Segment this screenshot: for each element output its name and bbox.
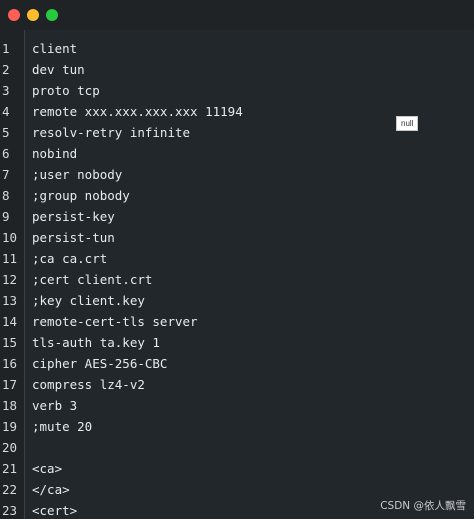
- line-number: 12: [2, 272, 18, 287]
- line-number: 7: [2, 167, 10, 182]
- code-line: 9 persist-key: [0, 206, 474, 227]
- line-text: tls-auth ta.key 1: [32, 335, 160, 350]
- code-line: 15 tls-auth ta.key 1: [0, 332, 474, 353]
- code-line: 1 client: [0, 38, 474, 59]
- line-text: compress lz4-v2: [32, 377, 145, 392]
- line-text: remote-cert-tls server: [32, 314, 198, 329]
- watermark: CSDN @依人飘雪: [380, 500, 466, 512]
- line-text: ;cert client.crt: [32, 272, 153, 287]
- code-line: 17 compress lz4-v2: [0, 374, 474, 395]
- line-number: 17: [2, 377, 18, 392]
- code-line: 8 ;group nobody: [0, 185, 474, 206]
- close-window-button[interactable]: [8, 9, 20, 21]
- line-number: 2: [2, 62, 10, 77]
- line-number: 3: [2, 83, 10, 98]
- maximize-window-button[interactable]: [46, 9, 58, 21]
- line-text: ;key client.key: [32, 293, 145, 308]
- line-number: 11: [2, 251, 18, 266]
- line-text: resolv-retry infinite: [32, 125, 191, 140]
- line-text: cipher AES-256-CBC: [32, 356, 168, 371]
- code-window: 1 client 2 dev tun 3 proto tcp 4 remote xxx.xxx…: [0, 0, 474, 519]
- line-number: 22: [2, 482, 18, 497]
- line-number: 20: [2, 440, 18, 455]
- line-text: ;mute 20: [32, 419, 93, 434]
- code-line: 22 </ca>: [0, 479, 474, 500]
- minimize-window-button[interactable]: [27, 9, 39, 21]
- line-text: persist-key: [32, 209, 115, 224]
- code-line: 16 cipher AES-256-CBC: [0, 353, 474, 374]
- line-text: proto tcp: [32, 83, 100, 98]
- code-line: 14 remote-cert-tls server: [0, 311, 474, 332]
- tooltip: null: [396, 116, 419, 131]
- code-editor[interactable]: 1 client 2 dev tun 3 proto tcp 4 remote xxx.xxx…: [0, 30, 474, 519]
- line-number: 13: [2, 293, 18, 308]
- code-line: 11 ;ca ca.crt: [0, 248, 474, 269]
- code-line: 20: [0, 437, 474, 458]
- code-line: 7 ;user nobody: [0, 164, 474, 185]
- line-number: 4: [2, 104, 10, 119]
- line-text: <ca>: [32, 461, 63, 476]
- line-number: 1: [2, 41, 10, 56]
- title-bar: [0, 0, 474, 30]
- code-line: 18 verb 3: [0, 395, 474, 416]
- line-number: 6: [2, 146, 10, 161]
- line-number: 14: [2, 314, 18, 329]
- line-text: persist-tun: [32, 230, 115, 245]
- line-number: 18: [2, 398, 18, 413]
- code-line: 2 dev tun: [0, 59, 474, 80]
- line-number: 19: [2, 419, 18, 434]
- line-number: 23: [2, 503, 18, 518]
- code-line: 13 ;key client.key: [0, 290, 474, 311]
- line-text: remote xxx.xxx.xxx.xxx 11194: [32, 104, 243, 119]
- code-line: 19 ;mute 20: [0, 416, 474, 437]
- line-number: 21: [2, 461, 18, 476]
- line-number: 5: [2, 125, 10, 140]
- line-text: </ca>: [32, 482, 70, 497]
- line-number: 9: [2, 209, 10, 224]
- line-text: ;user nobody: [32, 167, 123, 182]
- code-line: 3 proto tcp: [0, 80, 474, 101]
- line-text: client: [32, 41, 78, 56]
- code-lines: 1 client 2 dev tun 3 proto tcp 4 remote xxx.xxx…: [0, 38, 474, 519]
- line-number: 8: [2, 188, 10, 203]
- code-line: 21 <ca>: [0, 458, 474, 479]
- code-line: 6 nobind: [0, 143, 474, 164]
- line-number: 10: [2, 230, 18, 245]
- line-text: <cert>: [32, 503, 78, 518]
- line-text: ;ca ca.crt: [32, 251, 108, 266]
- line-text: ;group nobody: [32, 188, 130, 203]
- line-text: verb 3: [32, 398, 78, 413]
- line-number: 15: [2, 335, 18, 350]
- code-line: 10 persist-tun: [0, 227, 474, 248]
- line-text: dev tun: [32, 62, 85, 77]
- line-number: 16: [2, 356, 18, 371]
- code-line: 12 ;cert client.crt: [0, 269, 474, 290]
- line-text: nobind: [32, 146, 78, 161]
